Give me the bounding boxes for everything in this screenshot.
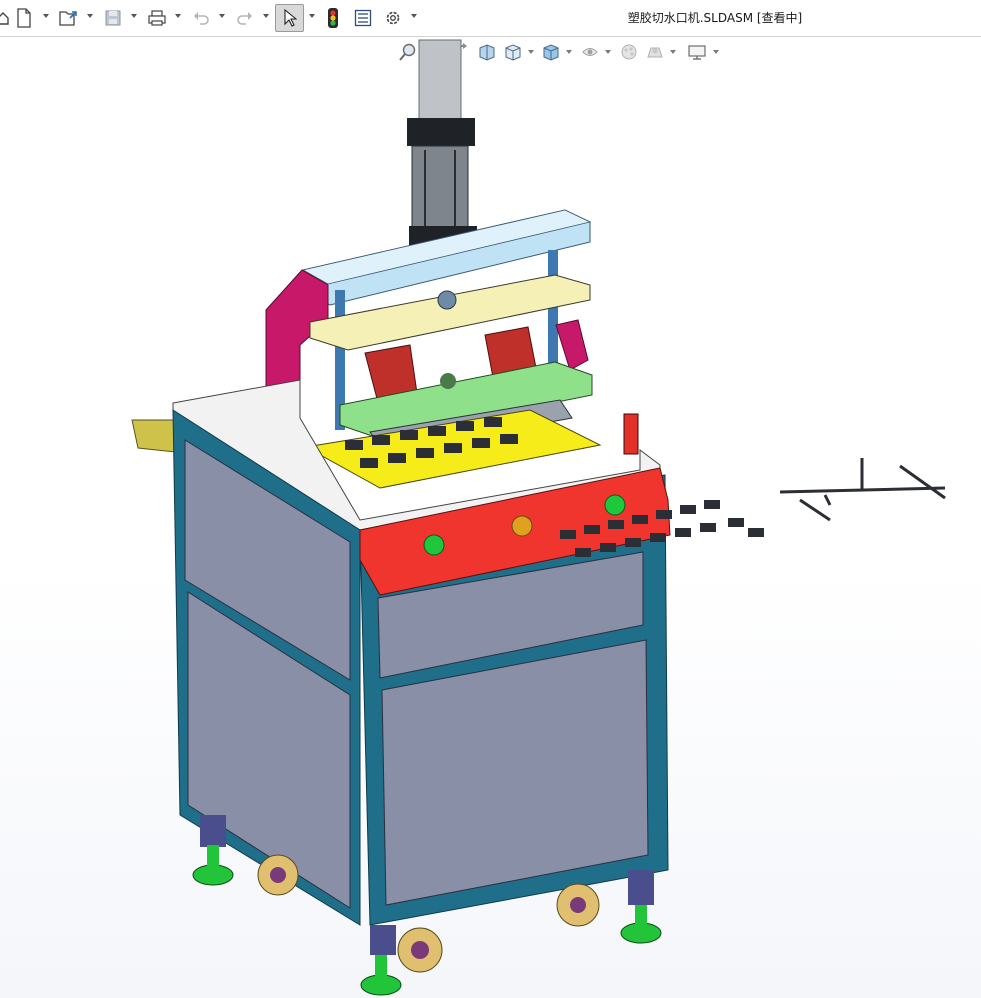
new-dropdown-caret[interactable] (43, 14, 49, 18)
window-title: 塑胶切水口机.SLDASM [查看中] (627, 11, 803, 25)
start-button-left (423, 534, 445, 556)
undo-icon[interactable] (190, 6, 212, 30)
print-dropdown-caret[interactable] (175, 14, 181, 18)
start-button-right (604, 494, 626, 516)
select-pointer-icon[interactable] (275, 4, 304, 32)
undo-dropdown-caret[interactable] (219, 14, 225, 18)
open-folder-icon[interactable] (57, 6, 81, 30)
save-icon[interactable] (102, 6, 124, 30)
runner-sprue (779, 458, 946, 522)
cylinder-body (411, 145, 469, 237)
cylinder-cap (407, 118, 475, 146)
file-properties-icon[interactable] (352, 6, 374, 30)
open-dropdown-caret[interactable] (87, 14, 93, 18)
side-bracket-right (555, 319, 589, 371)
save-dropdown-caret[interactable] (131, 14, 137, 18)
options-dropdown-caret[interactable] (411, 14, 417, 18)
redo-icon[interactable] (234, 6, 256, 30)
cylinder-rod-cover (418, 39, 462, 131)
rebuild-traffic-light-icon[interactable] (323, 6, 343, 30)
options-gear-icon[interactable] (382, 6, 404, 30)
print-icon[interactable] (146, 6, 168, 30)
assembly-model[interactable] (0, 37, 981, 998)
new-document-icon[interactable] (14, 6, 34, 30)
home-icon[interactable] (0, 6, 10, 30)
select-dropdown-caret[interactable] (309, 14, 315, 18)
redo-dropdown-caret[interactable] (263, 14, 269, 18)
emergency-stop (511, 515, 533, 537)
graphics-area[interactable] (0, 37, 981, 998)
main-toolbar: 塑胶切水口机.SLDASM [查看中] (0, 0, 981, 37)
